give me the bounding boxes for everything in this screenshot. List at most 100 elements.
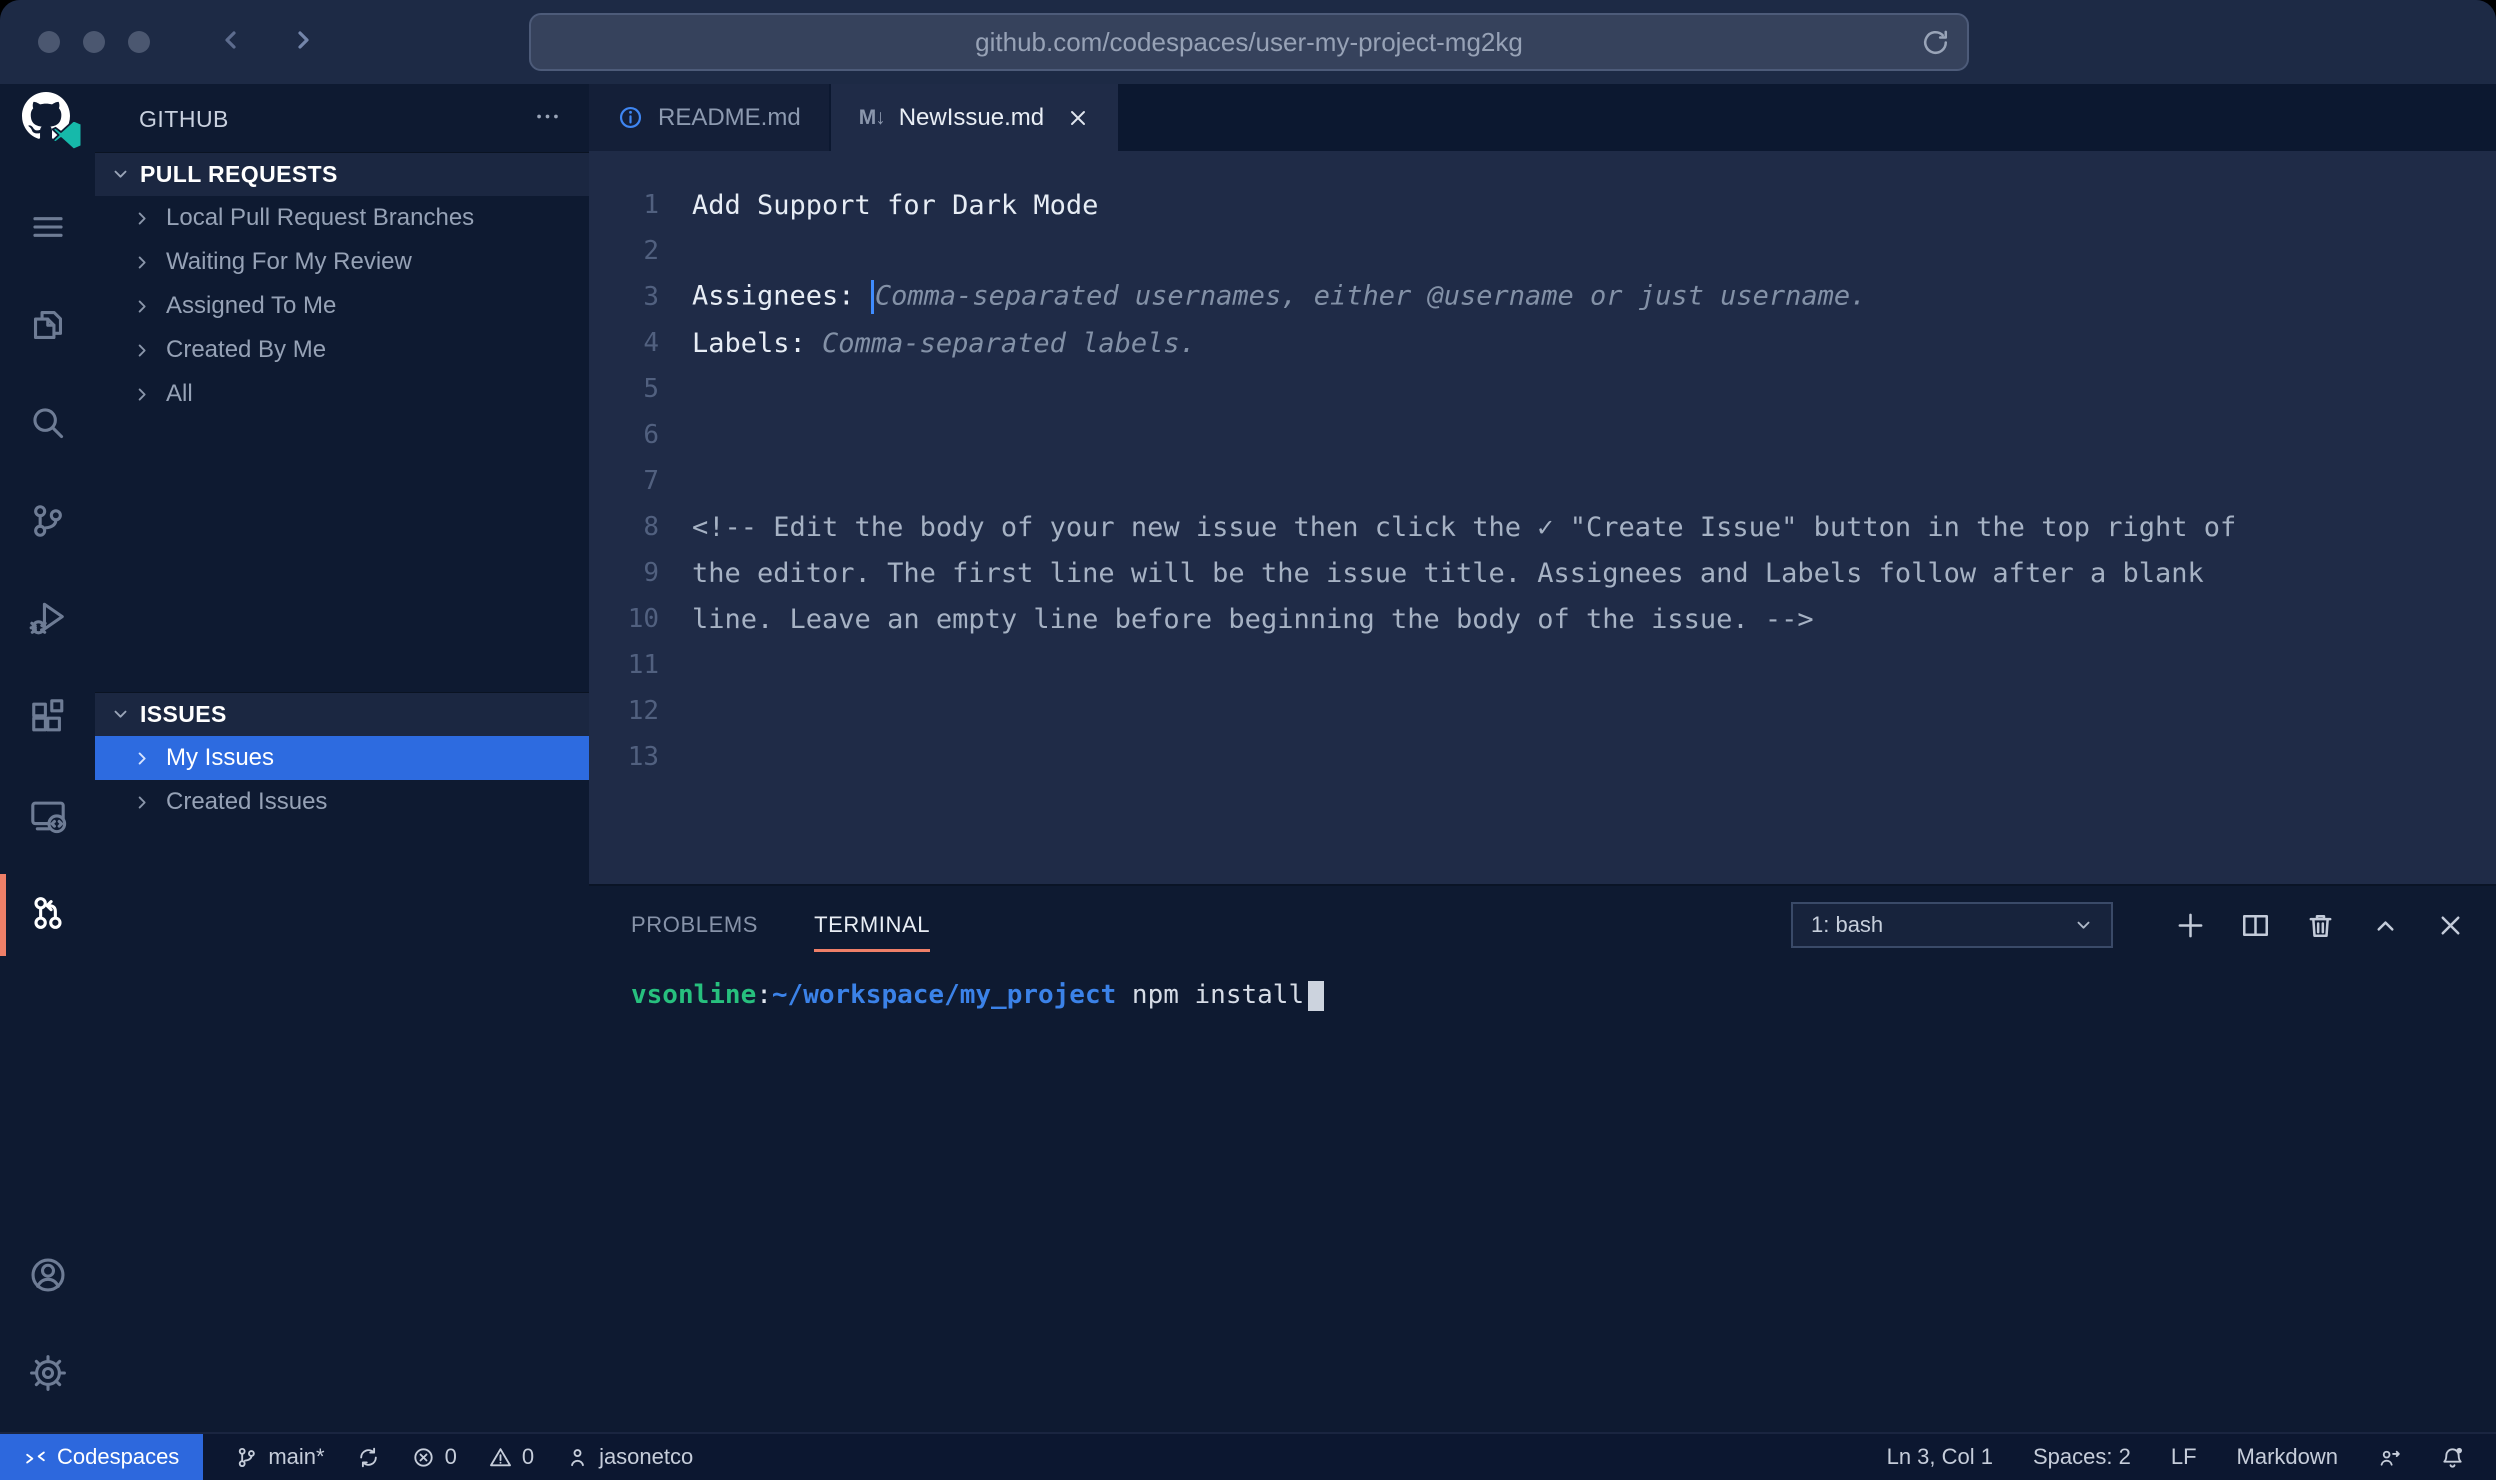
editor-line-10: 10line. Leave an empty line before begin… — [589, 596, 2496, 642]
status-bar-left: Codespacesmain*00jasonetco — [0, 1434, 709, 1480]
section-label: ISSUES — [140, 701, 227, 728]
terminal-segment-user: vsonline — [631, 980, 756, 1010]
kill-terminal-button[interactable] — [2305, 910, 2336, 941]
bell-dot-icon — [2441, 1446, 2464, 1469]
explorer-icon — [29, 306, 67, 349]
activity-item-account[interactable] — [0, 1228, 95, 1326]
zoom-window-button[interactable] — [128, 31, 150, 53]
sync-icon — [357, 1446, 380, 1469]
tab-label: NewIssue.md — [899, 104, 1044, 132]
split-terminal-button[interactable] — [2240, 910, 2271, 941]
tree-item-label: All — [166, 380, 193, 408]
reload-icon[interactable] — [1920, 27, 1951, 65]
tree-item-waiting-for-my-review[interactable]: Waiting For My Review — [95, 240, 589, 284]
status-label: LF — [2171, 1444, 2197, 1470]
status-eol[interactable]: LF — [2151, 1434, 2217, 1480]
tree-item-label: Waiting For My Review — [166, 248, 412, 276]
status-feedback[interactable] — [2358, 1434, 2421, 1480]
editor-tab-newissue-md[interactable]: M↓ NewIssue.md — [831, 84, 1120, 151]
line-number: 9 — [589, 558, 659, 588]
sidebar-title: GITHUB — [139, 106, 229, 133]
status-language-mode[interactable]: Markdown — [2217, 1434, 2358, 1480]
status-cursor-position[interactable]: Ln 3, Col 1 — [1867, 1434, 2013, 1480]
github-pr-icon — [29, 894, 67, 937]
status-github-user[interactable]: jasonetco — [550, 1434, 709, 1480]
editor-line-6: 6 — [589, 412, 2496, 458]
nav-buttons — [214, 24, 320, 61]
chevron-right-icon — [131, 383, 154, 406]
activity-item-extensions[interactable] — [0, 670, 95, 768]
status-sync[interactable] — [341, 1434, 396, 1480]
search-icon — [29, 404, 67, 447]
ellipsis-icon[interactable] — [534, 103, 561, 136]
activity-item-run-and-debug[interactable] — [0, 572, 95, 670]
sidebar-title-row: GITHUB — [95, 95, 589, 143]
code-segment-comment: line. Leave an empty line before beginni… — [692, 604, 1814, 635]
activity-item-remote-explorer[interactable] — [0, 768, 95, 866]
line-number: 7 — [589, 466, 659, 496]
tree-item-assigned-to-me[interactable]: Assigned To Me — [95, 284, 589, 328]
status-branch[interactable]: main* — [219, 1434, 340, 1480]
tree-item-created-by-me[interactable]: Created By Me — [95, 328, 589, 372]
tree-item-created-issues[interactable]: Created Issues — [95, 780, 589, 824]
terminal-shell-select[interactable]: 1: bash — [1791, 902, 2113, 948]
git-branch-icon — [235, 1446, 258, 1469]
activity-item-explorer[interactable] — [0, 278, 95, 376]
address-bar[interactable]: github.com/codespaces/user-my-project-mg… — [529, 13, 1969, 71]
activity-item-search[interactable] — [0, 376, 95, 474]
activity-item-menu[interactable] — [0, 180, 95, 278]
traffic-lights — [38, 31, 150, 53]
info-icon — [617, 104, 644, 131]
maximize-panel-button[interactable] — [2370, 910, 2401, 941]
chevron-right-icon — [131, 339, 154, 362]
close-window-button[interactable] — [38, 31, 60, 53]
remote-icon — [24, 1446, 47, 1469]
status-warnings[interactable]: 0 — [473, 1434, 550, 1480]
editor[interactable]: 1Add Support for Dark Mode23Assignees: C… — [589, 151, 2496, 884]
status-remote-indicator[interactable]: Codespaces — [0, 1434, 203, 1480]
status-label: main* — [268, 1444, 324, 1470]
status-errors[interactable]: 0 — [396, 1434, 473, 1480]
terminal-segment-command: npm install — [1116, 980, 1304, 1010]
editor-line-5: 5 — [589, 366, 2496, 412]
new-terminal-button[interactable] — [2175, 910, 2206, 941]
text-cursor — [871, 280, 874, 314]
minimize-window-button[interactable] — [83, 31, 105, 53]
line-content: <!-- Edit the body of your new issue the… — [692, 512, 2236, 543]
editor-line-8: 8<!-- Edit the body of your new issue th… — [589, 504, 2496, 550]
terminal-prompt-line: vsonline:~/workspace/my_project npm inst… — [631, 980, 1324, 1010]
code-segment-code: Add Support for Dark Mode — [692, 190, 1098, 221]
tree-item-all[interactable]: All — [95, 372, 589, 416]
activity-item-source-control[interactable] — [0, 474, 95, 572]
back-button[interactable] — [214, 24, 246, 61]
forward-button[interactable] — [288, 24, 320, 61]
warning-icon — [489, 1446, 512, 1469]
close-icon[interactable] — [1066, 106, 1090, 130]
status-indentation[interactable]: Spaces: 2 — [2013, 1434, 2151, 1480]
activity-item-github-pull-requests[interactable] — [0, 866, 95, 964]
panel-tab-terminal[interactable]: TERMINAL — [814, 886, 930, 964]
menu-icon — [29, 208, 67, 251]
chevron-right-icon — [131, 295, 154, 318]
activity-bar-bottom — [0, 1228, 95, 1424]
section-header-pull-requests[interactable]: PULL REQUESTS — [95, 152, 589, 196]
status-notifications[interactable] — [2421, 1434, 2484, 1480]
panel-actions — [2141, 910, 2466, 941]
editor-line-3: 3Assignees: Comma-separated usernames, e… — [589, 274, 2496, 320]
markdown-icon: M↓ — [859, 106, 885, 130]
person-icon — [566, 1446, 589, 1469]
section-pull-requests: PULL REQUESTSLocal Pull Request Branches… — [95, 152, 589, 416]
close-panel-button[interactable] — [2435, 910, 2466, 941]
chevron-down-icon — [2072, 914, 2095, 937]
terminal[interactable]: vsonline:~/workspace/my_project npm inst… — [589, 964, 2496, 1011]
activity-item-settings[interactable] — [0, 1326, 95, 1424]
editor-tab-readme-md[interactable]: README.md — [589, 84, 831, 151]
code-segment-code: Assignees: — [692, 281, 871, 312]
chevron-down-icon — [109, 703, 132, 726]
chevron-right-icon — [131, 791, 154, 814]
tree-item-local-pull-request-branches[interactable]: Local Pull Request Branches — [95, 196, 589, 240]
panel-tab-problems[interactable]: PROBLEMS — [631, 886, 758, 964]
section-header-issues[interactable]: ISSUES — [95, 692, 589, 736]
tree-item-my-issues[interactable]: My Issues — [95, 736, 589, 780]
terminal-segment-plain: : — [756, 980, 772, 1010]
